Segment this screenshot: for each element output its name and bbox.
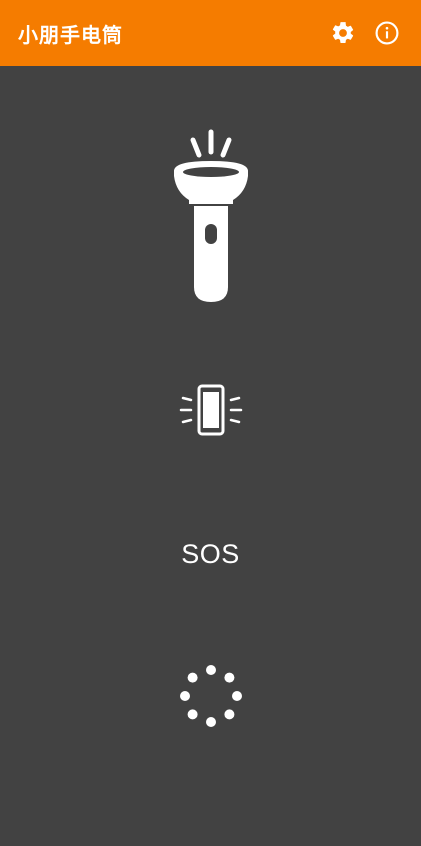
screen-light-button[interactable] [175, 378, 247, 444]
sos-label: SOS [181, 538, 240, 569]
flashlight-app: 小朋手电筒 SOS [0, 0, 421, 846]
flashlight-toggle-button[interactable] [161, 126, 261, 310]
strobe-button[interactable] [177, 662, 245, 730]
vibrating-phone-icon [179, 384, 242, 436]
sos-button[interactable]: SOS [166, 530, 256, 578]
flashlight-icon [173, 129, 248, 302]
gear-icon [332, 22, 354, 43]
info-icon [375, 21, 399, 45]
settings-button[interactable] [325, 15, 361, 51]
app-bar: 小朋手电筒 [0, 0, 421, 66]
app-title: 小朋手电筒 [18, 22, 123, 47]
dotted-circle-icon [179, 665, 242, 727]
info-button[interactable] [369, 15, 405, 51]
